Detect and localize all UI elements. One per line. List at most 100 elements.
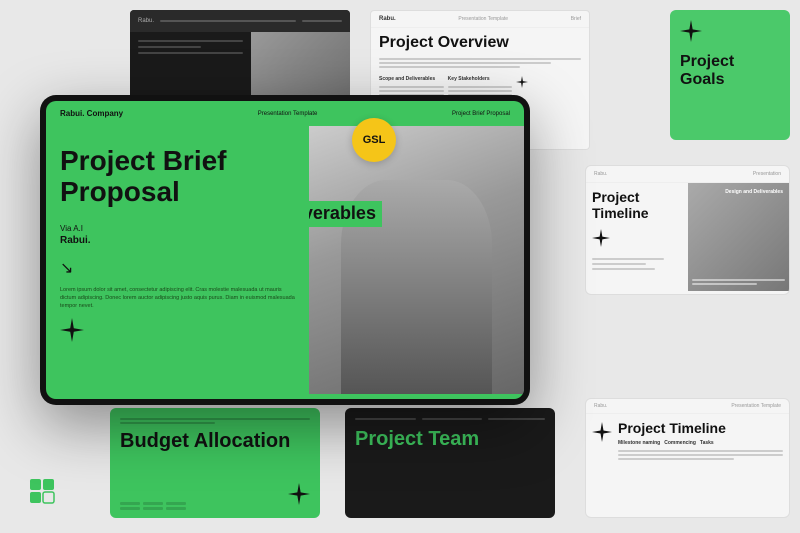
gsl-text: GSL <box>363 134 386 146</box>
timeline-col-label2: Commencing <box>664 440 696 446</box>
col2-line2 <box>448 90 513 92</box>
col1-line2 <box>379 90 444 92</box>
topbar-line <box>160 20 296 22</box>
slide-timeline-right[interactable]: Rabu. Presentation Project Timeline <box>585 165 790 295</box>
overview-brand: Rabu. <box>379 16 396 22</box>
main-tablet[interactable]: Rabui. Company Presentation Template Pro… <box>40 95 530 405</box>
topbar-line2 <box>302 20 342 22</box>
line3 <box>138 52 243 54</box>
budget-line1 <box>120 418 310 420</box>
cell4 <box>120 507 140 510</box>
grid-col2-label: Key Stakeholders <box>448 76 513 82</box>
col2-line1 <box>448 86 513 88</box>
tablet-center-meta: Presentation Template <box>258 111 318 117</box>
cell6 <box>166 507 186 510</box>
photo-line2 <box>692 283 757 285</box>
tr-line2 <box>592 263 646 265</box>
timeline-br-lines: Milestone naming Commencing Tasks <box>618 440 783 460</box>
team-title: Project Team <box>355 428 545 451</box>
col1-line1 <box>379 86 444 88</box>
cell5 <box>143 507 163 510</box>
budget-line2 <box>120 422 215 424</box>
cell3 <box>166 502 186 505</box>
tr-line1 <box>592 258 664 260</box>
tablet-star-icon <box>60 318 84 342</box>
goals-star-icon <box>680 20 702 42</box>
slide-project-goals[interactable]: Project Goals <box>670 10 790 140</box>
timeline-br-text-col: Project Timeline Milestone naming Commen… <box>618 420 783 508</box>
background: Rabu. Rabu. Presentation Te <box>0 0 800 533</box>
timeline-br-content: Project Timeline Milestone naming Commen… <box>586 414 789 514</box>
cell1 <box>120 502 140 505</box>
tablet-body-text: Lorem ipsum dolor sit amet, consectetur … <box>60 286 295 311</box>
tablet-screen: Rabui. Company Presentation Template Pro… <box>46 101 524 399</box>
br-line2 <box>618 454 783 456</box>
body-line1 <box>379 58 581 60</box>
budget-star-icon <box>288 483 310 505</box>
overview-body <box>371 54 589 72</box>
overview-title: Project Overview <box>371 28 589 54</box>
grid-col1: Scope and Deliverables <box>379 76 444 96</box>
slide-budget-allocation[interactable]: Budget Allocation <box>110 408 320 518</box>
timeline-col-label3: Tasks <box>700 440 714 446</box>
slide-brand-label: Rabu. <box>138 18 154 24</box>
team-line1 <box>355 418 416 420</box>
cell2 <box>143 502 163 505</box>
timeline-br-star-icon <box>592 422 612 442</box>
team-top-lines <box>355 418 545 420</box>
grid-col2: Key Stakeholders <box>448 76 513 96</box>
grid-col1-label: Scope and Deliverables <box>379 76 444 82</box>
photo-overlay-lines <box>692 279 786 285</box>
tablet-star-bottom <box>60 318 295 347</box>
timeline-br-topbar: Rabu. Presentation Template <box>586 399 789 414</box>
tablet-right-meta: Project Brief Proposal <box>452 111 510 117</box>
budget-star-area <box>288 483 310 510</box>
budget-title: Budget Allocation <box>120 430 310 453</box>
timeline-right-left: Project Timeline <box>586 183 688 291</box>
slide-timeline-br[interactable]: Rabu. Presentation Template Project Time… <box>585 398 790 518</box>
br-line3 <box>618 458 734 460</box>
overview-right: Brief <box>571 16 581 22</box>
timeline-right-star <box>592 229 610 252</box>
br-line1 <box>618 450 783 452</box>
timeline-right-brand: Rabu. <box>594 171 607 177</box>
app-icon[interactable] <box>20 469 64 513</box>
star-icon-small <box>516 76 528 88</box>
photo-label: Design and Deliverables <box>725 189 783 195</box>
timeline-right-photo: Design and Deliverables <box>688 183 790 291</box>
slide-project-team[interactable]: Project Team <box>345 408 555 518</box>
goals-star-area <box>680 20 702 47</box>
photo-line1 <box>692 279 786 281</box>
tablet-rabui-brand: Rabui. <box>60 235 295 246</box>
timeline-br-title: Project Timeline <box>618 420 783 436</box>
slide-topbar: Rabu. <box>130 10 350 32</box>
tablet-main-content: Project Brief Proposal Via A.I Rabui. ↘ … <box>46 126 524 394</box>
tablet-left-panel: Project Brief Proposal Via A.I Rabui. ↘ … <box>46 126 309 394</box>
timeline-right-content: Project Timeline Design a <box>586 183 789 291</box>
tablet-brand-name: Rabui. Company <box>60 109 123 118</box>
line2 <box>138 46 201 48</box>
timeline-col-label1: Milestone naming <box>618 440 660 446</box>
gsl-badge[interactable]: GSL <box>352 118 396 162</box>
timeline-right-title: Project Timeline <box>592 189 682 221</box>
budget-table <box>120 502 186 510</box>
timeline-right-star-icon <box>592 229 610 247</box>
tr-line3 <box>592 268 655 270</box>
tablet-main-title: Project Brief Proposal <box>60 146 295 208</box>
tablet-via-label: Via A.I <box>60 224 295 233</box>
timeline-right-lines <box>592 258 682 270</box>
tablet-topbar: Rabui. Company Presentation Template Pro… <box>46 101 524 126</box>
tablet-arrow-icon: ↘ <box>60 258 295 278</box>
budget-top-lines <box>120 418 310 424</box>
timeline-br-star-col <box>592 420 612 508</box>
team-line2 <box>422 418 483 420</box>
timeline-br-brand: Rabu. <box>594 403 607 409</box>
table-row1 <box>120 502 186 505</box>
line1 <box>138 40 243 42</box>
app-logo-icon <box>28 477 56 505</box>
overview-meta: Presentation Template <box>458 16 508 22</box>
tablet-brand: Rabui. Company <box>60 109 123 118</box>
team-line3 <box>488 418 545 420</box>
timeline-right-meta: Presentation <box>753 171 781 177</box>
goals-title: Project Goals <box>680 53 780 90</box>
